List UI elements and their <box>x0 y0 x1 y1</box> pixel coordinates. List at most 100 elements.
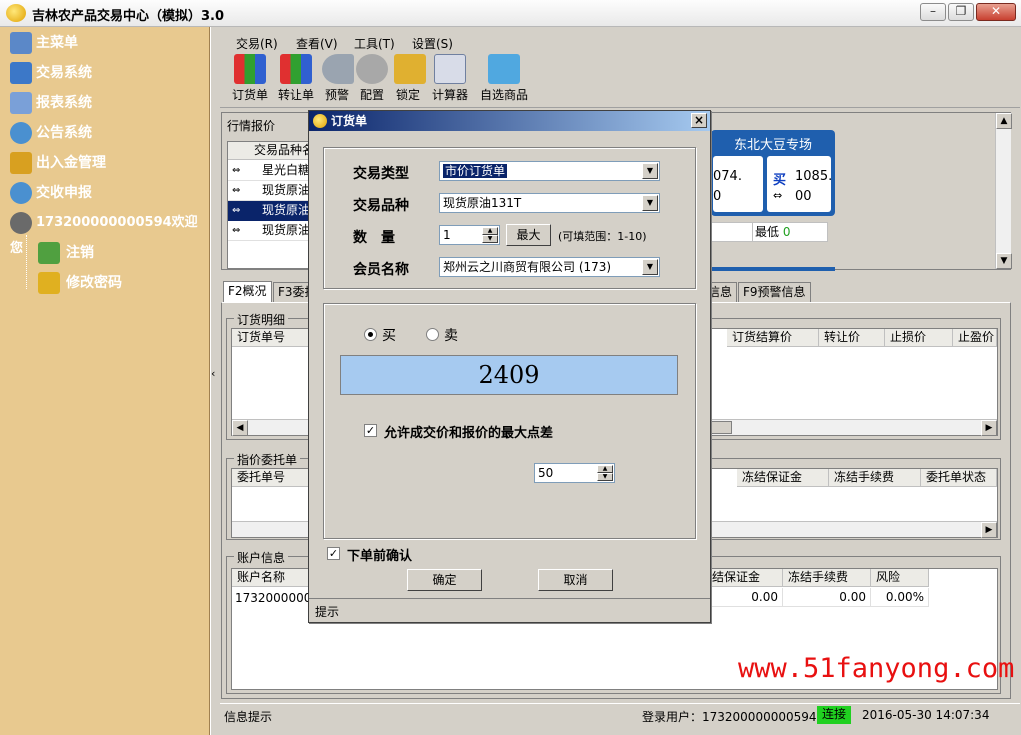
allow-diff-label: 允许成交价和报价的最大点差 <box>384 426 554 441</box>
toolbar-alarm-button[interactable]: 预警 <box>322 54 354 103</box>
sidebar-item-main-menu[interactable]: 主菜单 <box>10 30 208 56</box>
column-header[interactable]: 订货单号 <box>232 329 312 347</box>
order-form-frame: 交易类型 市价订货单 ▼ 交易品种 现货原油131T ▼ 数 量 1 ▲ ▼ 最大 … <box>323 147 696 289</box>
toolbar-calculator-button[interactable]: 计算器 <box>430 54 470 103</box>
chevron-down-icon[interactable]: ▼ <box>642 195 658 211</box>
sidebar-item-notices[interactable]: 公告系统 <box>10 120 208 146</box>
entrust-title: 指价委托单 <box>234 451 301 468</box>
tab-overview[interactable]: F2概况 <box>223 281 272 302</box>
maximize-button[interactable]: ❐ <box>948 3 974 21</box>
sell-radio[interactable] <box>426 328 439 341</box>
product-label: 交易品种 <box>353 198 409 214</box>
scroll-thumb[interactable] <box>710 421 732 434</box>
scroll-right-icon[interactable]: ▶ <box>981 420 997 436</box>
toolbar-config-button[interactable]: 配置 <box>356 54 388 103</box>
account-title: 账户信息 <box>234 549 289 566</box>
sidebar-item-change-password[interactable]: 修改密码 <box>38 270 122 296</box>
toolbar-transfer-button[interactable]: 转让单 <box>276 54 316 103</box>
menu-tools[interactable]: 工具(T) <box>354 35 395 52</box>
scroll-left-icon[interactable]: ◀ <box>232 420 248 436</box>
window-title: 吉林农产品交易中心（模拟）3.0 <box>32 9 225 24</box>
menu-view[interactable]: 查看(V) <box>296 35 338 52</box>
toolbar-watchlist-button[interactable]: 自选商品 <box>478 54 530 103</box>
title-bar: 吉林农产品交易中心（模拟）3.0 – ❐ ✕ <box>0 0 1021 27</box>
column-header[interactable]: 冻结手续费 <box>829 469 921 487</box>
quantity-stepper[interactable]: 1 ▲ ▼ <box>439 225 500 245</box>
sidebar-item-reports[interactable]: 报表系统 <box>10 90 208 116</box>
toolbar-lock-button[interactable]: 锁定 <box>394 54 426 103</box>
column-header[interactable]: 委托单号 <box>232 469 312 487</box>
sell-radio-label: 卖 <box>444 328 458 344</box>
confirm-before-order-checkbox[interactable]: ✓ <box>327 547 340 560</box>
sell-price: 074. <box>713 169 742 184</box>
table-row-selected[interactable]: ⇔ 现货原油 <box>228 201 316 221</box>
column-header[interactable]: 冻结保证金 <box>737 469 829 487</box>
max-quantity-button[interactable]: 最大 <box>506 224 551 246</box>
buy-box[interactable]: 买 1085. ⇔ 00 <box>767 156 832 212</box>
menu-settings[interactable]: 设置(S) <box>412 35 453 52</box>
sidebar-item-funds[interactable]: 出入金管理 <box>10 150 208 176</box>
chevron-down-icon[interactable]: ▼ <box>642 163 658 179</box>
table-row[interactable]: ⇔ 现货原油 <box>228 181 316 201</box>
cup-icon <box>10 211 32 234</box>
ok-button[interactable]: 确定 <box>407 569 482 591</box>
status-user: 登录用户：173200000000594 <box>642 710 817 724</box>
column-header[interactable]: 止盈价 <box>953 329 997 347</box>
quote-scrollbar[interactable]: ▲ ▼ <box>995 113 1012 269</box>
sell-box[interactable]: 074. 0 <box>713 156 763 212</box>
column-header[interactable]: 冻结手续费 <box>783 569 871 587</box>
allow-diff-checkbox[interactable]: ✓ <box>364 424 377 437</box>
stepper-up-icon[interactable]: ▲ <box>597 465 613 473</box>
toolbar-order-button[interactable]: 订货单 <box>230 54 270 103</box>
tab-alert-info[interactable]: F9预警信息 <box>738 282 811 302</box>
trade-type-label: 交易类型 <box>353 166 409 182</box>
diff-stepper[interactable]: 50 ▲ ▼ <box>534 463 615 483</box>
swap-icon: ⇔ <box>232 205 241 216</box>
sidebar-item-trading[interactable]: 交易系统 <box>10 60 208 86</box>
cancel-button[interactable]: 取消 <box>538 569 613 591</box>
quantity-range-hint: (可填范围：1-10) <box>558 230 647 243</box>
chevron-down-icon[interactable]: ▼ <box>642 259 658 275</box>
key-icon <box>38 272 60 294</box>
buy-radio[interactable] <box>364 328 377 341</box>
sidebar-item-logout[interactable]: 注销 <box>38 240 94 266</box>
calculator-icon <box>434 54 466 84</box>
scroll-right-icon[interactable]: ▶ <box>981 522 997 538</box>
dialog-title-bar[interactable]: 订货单 × <box>309 111 710 131</box>
column-header[interactable]: 结保证金 <box>707 569 783 587</box>
splitter[interactable]: ‹ <box>210 27 218 735</box>
column-header[interactable]: 订货结算价 <box>727 329 819 347</box>
chat-icon <box>10 182 32 204</box>
scroll-up-icon[interactable]: ▲ <box>996 113 1012 129</box>
quote-table: 交易品种名 ⇔ 星光白糖 ⇔ 现货原油 ⇔ 现货原油 ⇔ 现货原油 <box>227 141 317 269</box>
status-bar: 信息提示 登录用户：173200000000594 连接 2016-05-30 … <box>220 703 1020 727</box>
column-header[interactable]: 风险 <box>871 569 929 587</box>
alarm-icon <box>322 54 354 84</box>
close-button[interactable]: ✕ <box>976 3 1016 21</box>
stepper-down-icon[interactable]: ▼ <box>482 235 498 243</box>
menu-trade[interactable]: 交易(R) <box>236 35 278 52</box>
app-logo-icon <box>6 4 26 22</box>
minimize-button[interactable]: – <box>920 3 946 21</box>
home-icon <box>10 32 32 54</box>
table-row[interactable]: ⇔ 星光白糖 <box>228 161 316 181</box>
monitor-icon <box>10 62 32 84</box>
collapse-arrow-icon[interactable]: ‹ <box>211 367 215 380</box>
trade-type-select[interactable]: 市价订货单 ▼ <box>439 161 660 181</box>
column-header[interactable]: 委托单状态 <box>921 469 997 487</box>
sidebar-item-user[interactable]: 173200000000594欢迎您 <box>10 210 208 256</box>
tree-line <box>26 235 27 289</box>
column-header[interactable]: 账户名称 <box>232 569 312 587</box>
stepper-up-icon[interactable]: ▲ <box>482 227 498 235</box>
table-row[interactable]: ⇔ 现货原油 <box>228 221 316 241</box>
column-header[interactable]: 转让价 <box>819 329 885 347</box>
scroll-down-icon[interactable]: ▼ <box>996 253 1012 269</box>
sidebar-item-delivery[interactable]: 交收申报 <box>10 180 208 206</box>
buy-price-decimal: 00 <box>795 189 812 204</box>
stepper-down-icon[interactable]: ▼ <box>597 473 613 481</box>
member-select[interactable]: 郑州云之川商贸有限公司 (173) ▼ <box>439 257 660 277</box>
column-header[interactable]: 止损价 <box>885 329 953 347</box>
product-select[interactable]: 现货原油131T ▼ <box>439 193 660 213</box>
dialog-close-button[interactable]: × <box>691 113 707 128</box>
quote-card[interactable]: 东北大豆专场 074. 0 买 1085. ⇔ 00 <box>711 130 835 216</box>
